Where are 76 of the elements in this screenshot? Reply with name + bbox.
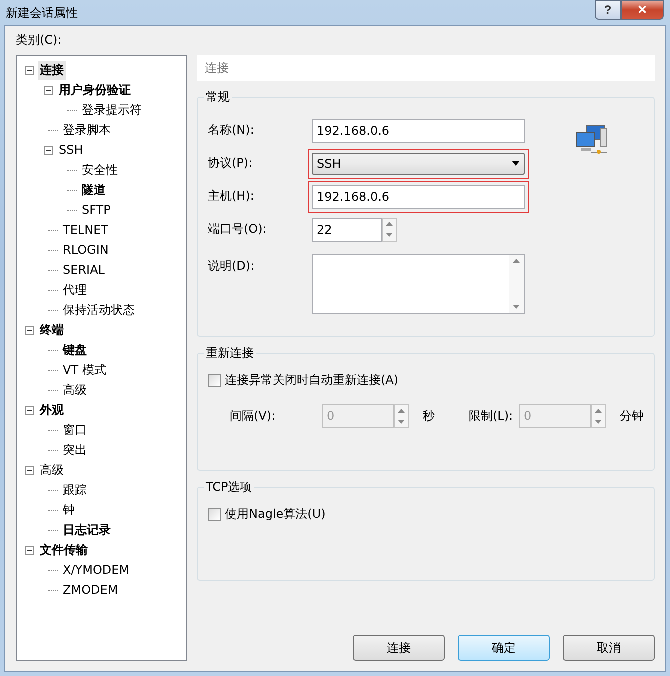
dialog-button[interactable]: 取消 bbox=[563, 635, 655, 661]
close-button[interactable]: ✕ bbox=[621, 0, 664, 20]
tree-item[interactable]: 日志记录 bbox=[61, 520, 113, 540]
field-label: 限制(L): bbox=[469, 408, 514, 424]
field-label: 说明(D): bbox=[208, 258, 256, 275]
host-field[interactable]: 192.168.0.6 bbox=[312, 184, 525, 208]
tree-item[interactable]: 跟踪 bbox=[61, 480, 89, 500]
tree-item[interactable]: 代理 bbox=[61, 280, 89, 300]
checkbox-label: 连接异常关闭时自动重新连接(A) bbox=[225, 372, 399, 388]
tree-item[interactable]: 键盘 bbox=[61, 340, 89, 360]
dialog-button[interactable]: 确定 bbox=[458, 635, 550, 661]
up-arrow-icon[interactable] bbox=[595, 408, 602, 412]
tree-item[interactable]: 窗口 bbox=[61, 420, 89, 440]
up-arrow-icon[interactable] bbox=[513, 259, 520, 263]
tree-item[interactable]: 保持活动状态 bbox=[61, 300, 137, 320]
group-title: 重新连接 bbox=[204, 345, 256, 362]
field-label: 协议(P): bbox=[208, 155, 254, 172]
tree-item[interactable]: 文件传输 bbox=[38, 540, 90, 560]
tree-item[interactable]: 突出 bbox=[61, 440, 89, 460]
field-label: 间隔(V): bbox=[230, 408, 277, 424]
collapse-toggle[interactable] bbox=[25, 66, 34, 74]
dialog-button[interactable]: 连接 bbox=[353, 635, 445, 661]
tree-item[interactable]: 连接 bbox=[38, 60, 66, 80]
checkbox-label: 使用Nagle算法(U) bbox=[225, 506, 326, 522]
tree-item[interactable]: VT 模式 bbox=[61, 360, 108, 380]
protocol-dropdown[interactable]: SSH bbox=[312, 152, 525, 174]
spinner[interactable] bbox=[382, 218, 397, 242]
tree-item[interactable]: 终端 bbox=[38, 320, 66, 340]
tree-item[interactable]: SSH bbox=[57, 142, 86, 158]
checkbox[interactable] bbox=[208, 508, 221, 520]
tree-item[interactable]: TELNET bbox=[61, 222, 110, 238]
down-arrow-icon[interactable] bbox=[513, 305, 520, 309]
spinner[interactable] bbox=[591, 404, 606, 428]
collapse-toggle[interactable] bbox=[25, 406, 34, 414]
collapse-toggle[interactable] bbox=[25, 326, 34, 334]
computer-network-icon bbox=[575, 124, 609, 156]
field-label: 主机(H): bbox=[208, 188, 256, 205]
tree-item[interactable]: 高级 bbox=[61, 380, 89, 400]
down-arrow-icon[interactable] bbox=[398, 420, 405, 424]
port-field[interactable]: 22 bbox=[312, 218, 382, 242]
description-field[interactable] bbox=[312, 254, 525, 314]
tree-item[interactable]: X/YMODEM bbox=[61, 562, 132, 578]
collapse-toggle[interactable] bbox=[25, 546, 34, 554]
tree-item[interactable]: 钟 bbox=[61, 500, 77, 520]
field-label: 端口号(O): bbox=[208, 221, 268, 238]
tree-item[interactable]: 隧道 bbox=[80, 180, 108, 200]
tree-item[interactable]: ZMODEM bbox=[61, 582, 120, 598]
page-header: 连接 bbox=[197, 55, 655, 81]
collapse-toggle[interactable] bbox=[25, 466, 34, 474]
tree-item[interactable]: SFTP bbox=[80, 202, 113, 218]
collapse-toggle[interactable] bbox=[44, 146, 53, 154]
name-field[interactable]: 192.168.0.6 bbox=[312, 118, 525, 142]
down-arrow-icon[interactable] bbox=[386, 233, 393, 237]
tree-item[interactable]: 安全性 bbox=[80, 160, 120, 180]
unit-label: 分钟 bbox=[620, 408, 644, 424]
spinner[interactable] bbox=[394, 404, 409, 428]
help-button[interactable]: ? bbox=[595, 0, 621, 20]
tree-item[interactable]: 登录提示符 bbox=[80, 100, 144, 120]
up-arrow-icon[interactable] bbox=[386, 222, 393, 226]
tree-item[interactable]: 外观 bbox=[38, 400, 66, 420]
tree-item[interactable]: 用户身份验证 bbox=[57, 80, 133, 100]
category-label: 类别(C): bbox=[16, 32, 63, 49]
collapse-toggle[interactable] bbox=[44, 86, 53, 94]
tree-item[interactable]: 高级 bbox=[38, 460, 66, 480]
up-arrow-icon[interactable] bbox=[398, 408, 405, 412]
checkbox[interactable] bbox=[208, 374, 221, 386]
dropdown-arrow-icon[interactable] bbox=[512, 161, 520, 166]
tree-item[interactable]: 登录脚本 bbox=[61, 120, 113, 140]
field-label: 名称(N): bbox=[208, 122, 256, 139]
unit-label: 秒 bbox=[423, 408, 436, 424]
tree-item[interactable]: RLOGIN bbox=[61, 242, 111, 258]
group-title: TCP选项 bbox=[204, 479, 254, 496]
scrollbar[interactable] bbox=[509, 255, 524, 313]
down-arrow-icon[interactable] bbox=[595, 420, 602, 424]
window-title: 新建会话属性 bbox=[6, 5, 78, 22]
tree-item[interactable]: SERIAL bbox=[61, 262, 107, 278]
